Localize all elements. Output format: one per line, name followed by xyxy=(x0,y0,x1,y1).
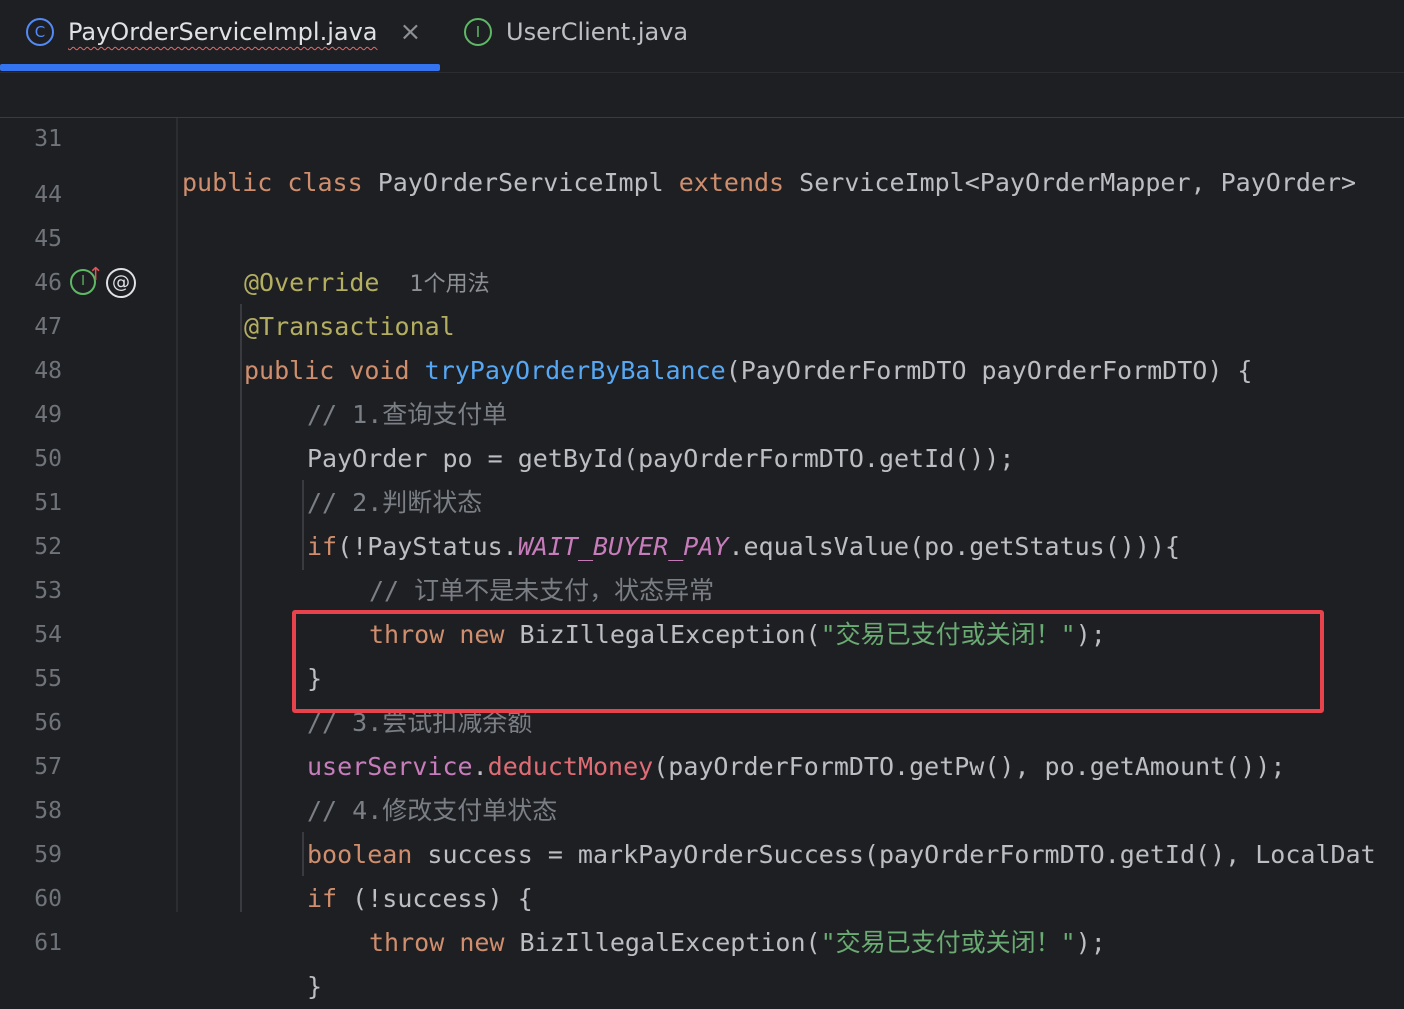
code-text: throw new BizIllegalException("交易已支付或关闭！… xyxy=(369,928,1106,957)
sticky-class-header[interactable]: 31 public class PayOrderServiceImpl exte… xyxy=(0,73,1404,197)
code-line[interactable]: 50 // 2.判断状态 xyxy=(0,393,1404,517)
code-line[interactable]: 61 } xyxy=(0,877,1404,1001)
tab-userclient[interactable]: I UserClient.java xyxy=(462,0,762,64)
close-icon[interactable]: × xyxy=(399,17,421,47)
code-line[interactable]: 60 throw new BizIllegalException("交易已支付或… xyxy=(0,833,1404,957)
code-line[interactable]: 51 if(!PayStatus.WAIT_BUYER_PAY.equalsVa… xyxy=(0,437,1404,561)
code-line[interactable]: 46 @Transactional xyxy=(0,217,1404,341)
tab-payorderserviceimpl[interactable]: C PayOrderServiceImpl.java × xyxy=(0,0,440,64)
class-icon: C xyxy=(26,18,54,46)
tab-title: UserClient.java xyxy=(506,18,689,46)
code-line[interactable]: 49 PayOrder po = getById(payOrderFormDTO… xyxy=(0,349,1404,473)
interface-icon: I xyxy=(464,18,492,46)
line-number: 61 xyxy=(34,930,62,956)
code-line[interactable]: 52 // 订单不是未支付，状态异常 xyxy=(0,481,1404,605)
code-line[interactable]: 47 public void tryPayOrderByBalance(PayO… xyxy=(0,261,1404,385)
code-text: } xyxy=(307,972,323,1001)
tab-title: PayOrderServiceImpl.java xyxy=(68,18,378,46)
code-line[interactable]: 45 @Override 1个用法 xyxy=(0,173,1404,297)
editor-tab-bar: C PayOrderServiceImpl.java × I UserClien… xyxy=(0,0,1404,73)
code-line[interactable]: 53 throw new BizIllegalException("交易已支付或… xyxy=(0,525,1404,649)
code-line[interactable]: 59 if (!success) { xyxy=(0,789,1404,913)
highlight-box xyxy=(292,610,1324,713)
code-line[interactable]: 54 } xyxy=(0,569,1404,693)
code-line[interactable]: 44 xyxy=(0,129,1404,208)
active-tab-indicator xyxy=(0,64,440,71)
code-line[interactable]: 58 boolean success = markPayOrderSuccess… xyxy=(0,745,1404,869)
code-line[interactable]: 48 // 1.查询支付单 xyxy=(0,305,1404,429)
